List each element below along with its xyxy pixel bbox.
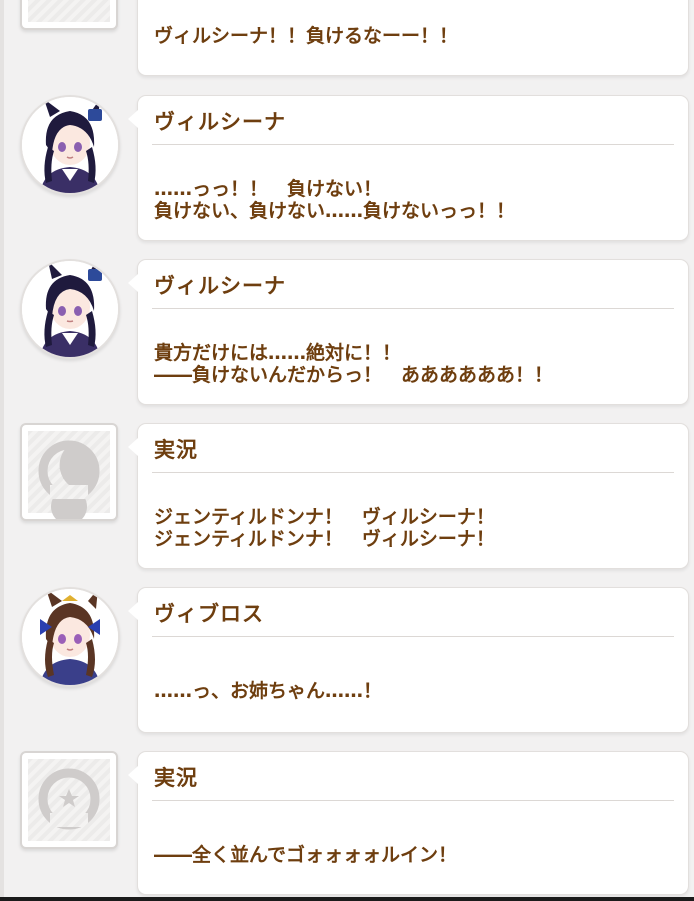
message-line: 負けない、負けない……負けないっっ！！ <box>154 200 516 222</box>
message-line: ……っ、お姉ちゃん……！ <box>154 680 383 702</box>
speaker-name: 実況 <box>154 766 198 790</box>
chat-log[interactable]: ヴィルシーナ！！負けるなーー！！ ヴィルシーナ ……っっ！！ 負けない！ 負けな… <box>0 0 694 901</box>
message-bubble: ヴィルシーナ ……っっ！！ 負けない！ 負けない、負けない……負けないっっ！！ <box>128 95 689 241</box>
message-bubble: 実況 ――全く並んでゴォォォォルイン！ <box>128 751 689 895</box>
avatar-slot <box>20 587 120 687</box>
avatar-slot <box>20 95 120 195</box>
verxina-avatar-icon <box>20 259 120 359</box>
speaker-divider <box>152 308 674 309</box>
bubble-tail <box>128 766 138 784</box>
message-line: ヴィルシーナ！！負けるなーー！！ <box>154 25 459 47</box>
bubble-tail <box>128 602 138 620</box>
speaker-name: ヴィブロス <box>154 602 264 626</box>
log-left-edge <box>0 0 4 897</box>
avatar-slot <box>20 751 120 851</box>
bubble-tail <box>128 110 138 128</box>
message-bubble: ヴィルシーナ 貴方だけには……絶対に！！ ――負けないんだからっ！ ああああああ… <box>128 259 689 405</box>
placeholder-avatar-icon <box>20 751 118 849</box>
avatar-slot <box>20 259 120 359</box>
message-line: ――負けないんだからっ！ ああああああ！！ <box>154 364 554 386</box>
vivlos-sister-avatar-icon <box>20 95 120 195</box>
placeholder-avatar-icon <box>20 0 118 30</box>
bubble-tail <box>128 274 138 292</box>
speaker-name: ヴィルシーナ <box>154 110 286 134</box>
bubble-tail <box>128 438 138 456</box>
speaker-name: ヴィルシーナ <box>154 274 286 298</box>
message-bubble: ヴィルシーナ！！負けるなーー！！ <box>137 0 689 76</box>
speaker-divider <box>152 144 674 145</box>
placeholder-avatar-icon <box>20 423 118 521</box>
avatar-slot <box>20 0 120 32</box>
speaker-divider <box>152 800 674 801</box>
speaker-divider <box>152 636 674 637</box>
message-line: ジェンティルドンナ！ ヴィルシーナ！ <box>154 528 495 550</box>
avatar-slot <box>20 423 120 523</box>
vivlos-avatar-icon <box>20 587 120 687</box>
speaker-divider <box>152 472 674 473</box>
message-bubble: 実況 ジェンティルドンナ！ ヴィルシーナ！ ジェンティルドンナ！ ヴィルシーナ！ <box>128 423 689 569</box>
message-line: ――全く並んでゴォォォォルイン！ <box>154 844 458 866</box>
bottom-bar <box>0 897 694 901</box>
message-bubble: ヴィブロス ……っ、お姉ちゃん……！ <box>128 587 689 733</box>
speaker-name: 実況 <box>154 438 198 462</box>
